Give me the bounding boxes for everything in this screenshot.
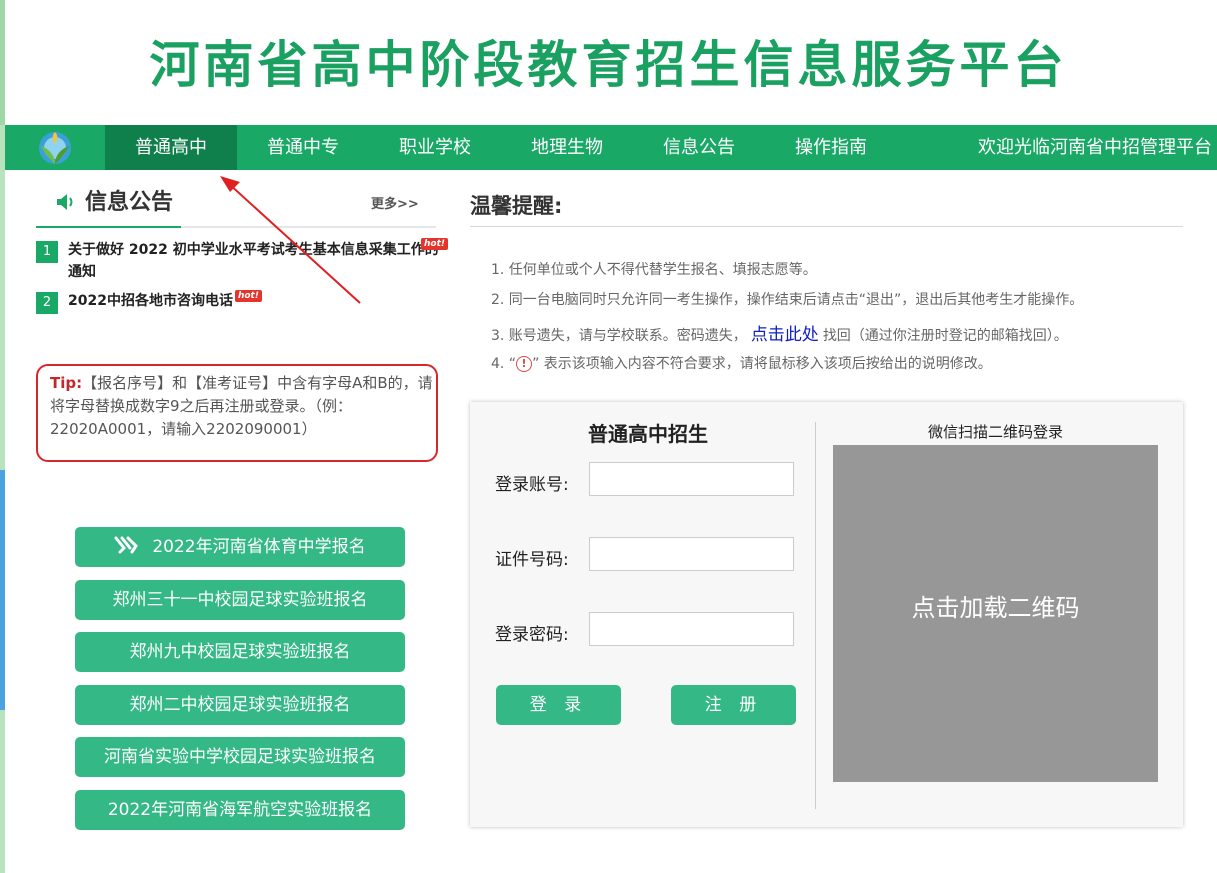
- recover-password-link[interactable]: 点击此处: [751, 325, 819, 345]
- special-link-sports-school[interactable]: 2022年河南省体育中学报名: [75, 527, 405, 567]
- leaf-logo-icon: [39, 132, 71, 164]
- notice-number: 2: [36, 292, 58, 314]
- nav-item-vocational-school[interactable]: 职业学校: [369, 125, 501, 170]
- reminder-title: 温馨提醒:: [470, 194, 563, 218]
- login-title: 普通高中招生: [588, 422, 708, 446]
- reminder-item-1: 1. 任何单位或个人不得代替学生报名、填报志愿等。: [491, 262, 817, 278]
- special-link-zz9[interactable]: 郑州九中校园足球实验班报名: [75, 632, 405, 672]
- register-button[interactable]: 注 册: [671, 685, 796, 725]
- tip-label: Tip:: [50, 374, 83, 392]
- special-link-zz2[interactable]: 郑州二中校园足球实验班报名: [75, 685, 405, 725]
- nav-welcome-text: 欢迎光临河南省中招管理平台: [978, 137, 1212, 158]
- notice-number: 1: [36, 241, 58, 263]
- qr-load-text: 点击加载二维码: [911, 594, 1080, 622]
- hot-badge: hot!: [421, 238, 448, 250]
- site-title: 河南省高中阶段教育招生信息服务平台: [149, 36, 1068, 94]
- special-link-henan-experimental[interactable]: 河南省实验中学校园足球实验班报名: [75, 737, 405, 777]
- speaker-icon: [57, 194, 73, 210]
- login-panel: 普通高中招生 登录账号: 证件号码: 登录密码: 登 录 注 册 微信扫描二维码…: [470, 402, 1183, 827]
- panel-divider: [815, 422, 816, 809]
- special-link-zz31[interactable]: 郑州三十一中校园足球实验班报名: [75, 580, 405, 620]
- reminder-divider: [470, 226, 1183, 227]
- tip-box: Tip:【报名序号】和【准考证号】中含有字母A和B的，请将字母替换成数字9之后再…: [36, 364, 438, 462]
- account-input[interactable]: [589, 462, 794, 496]
- special-link-navy-aviation[interactable]: 2022年河南省海军航空实验班报名: [75, 790, 405, 830]
- password-input[interactable]: [589, 612, 794, 646]
- main-nav: 普通高中 普通中专 职业学校 地理生物 信息公告 操作指南 欢迎光临河南省中招管…: [5, 125, 1217, 170]
- tip-text: 【报名序号】和【准考证号】中含有字母A和B的，请将字母替换成数字9之后再注册或登…: [50, 374, 433, 438]
- reminder-item-2: 2. 同一台电脑同时只允许同一考生操作，操作结束后请点击“退出”，退出后其他考生…: [491, 292, 1084, 308]
- nav-item-guide[interactable]: 操作指南: [765, 125, 897, 170]
- warning-icon: !: [516, 356, 533, 372]
- more-link[interactable]: 更多>>: [371, 193, 419, 212]
- nav-item-geography-biology[interactable]: 地理生物: [501, 125, 633, 170]
- id-number-input[interactable]: [589, 537, 794, 571]
- sports-icon: [114, 536, 139, 554]
- account-label: 登录账号:: [495, 475, 569, 495]
- login-button[interactable]: 登 录: [496, 685, 621, 725]
- reminder-item-4: 4. “!” 表示该项输入内容不符合要求，请将鼠标移入该项后按给出的说明修改。: [491, 356, 992, 372]
- nav-item-general-high-school[interactable]: 普通高中: [105, 125, 237, 170]
- id-number-label: 证件号码:: [495, 550, 569, 570]
- nav-item-announcements[interactable]: 信息公告: [633, 125, 765, 170]
- nav-item-secondary-vocational[interactable]: 普通中专: [237, 125, 369, 170]
- notice-title: 信息公告: [85, 190, 174, 215]
- annotation-arrow-icon: [220, 176, 361, 304]
- reminder-item-3: 3. 账号遗失，请与学校联系。密码遗失， 点击此处 找回（通过你注册时登记的邮箱找回…: [491, 325, 1068, 345]
- qr-title: 微信扫描二维码登录: [927, 423, 1063, 441]
- password-label: 登录密码:: [495, 625, 569, 645]
- qr-code-box[interactable]: 点击加载二维码: [833, 445, 1158, 782]
